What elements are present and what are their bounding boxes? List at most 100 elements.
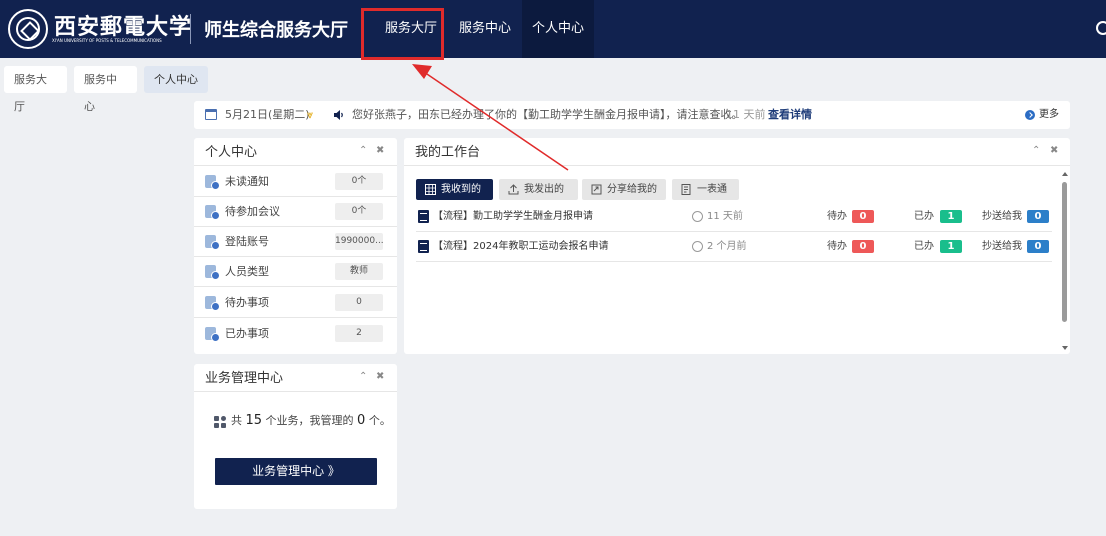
todo-count-badge: 0 xyxy=(852,240,874,253)
info-row-unread-notices[interactable]: 未读通知 0个 xyxy=(194,167,397,197)
tab-label: 一表通 xyxy=(697,184,727,195)
notice-message: 您好张燕子，田东已经办理了你的【勤工助学学生酬金月报申请】，请注意查收。 xyxy=(352,108,743,121)
cc-count-badge: 0 xyxy=(1027,240,1049,253)
university-seal-icon xyxy=(8,9,48,49)
breadcrumb-tab-service-center[interactable]: 服务中心 xyxy=(74,66,137,113)
business-total: 15 xyxy=(245,413,263,428)
todo-label: 待办 xyxy=(827,241,847,252)
collapse-icon[interactable]: ⌃ xyxy=(359,145,367,157)
row-value: 0个 xyxy=(335,203,383,220)
business-managed: 0 xyxy=(357,413,366,428)
row-value: 1990000... xyxy=(335,233,383,250)
clipboard-icon xyxy=(205,235,220,250)
clock-icon xyxy=(692,241,703,252)
clipboard-icon xyxy=(205,205,220,220)
info-row-meetings[interactable]: 待参加会议 0个 xyxy=(194,197,397,227)
user-menu-icon[interactable] xyxy=(1096,21,1106,35)
clipboard-icon xyxy=(205,265,220,280)
item-title[interactable]: 【流程】勤工助学学生酬金月报申请 xyxy=(433,202,593,232)
nav-personal-center[interactable]: 个人中心 xyxy=(522,0,594,58)
breadcrumb-tab-service-hall[interactable]: 服务大厅 xyxy=(4,66,67,113)
tab-received[interactable]: 我收到的 xyxy=(416,179,493,200)
done-count-badge: 1 xyxy=(940,240,962,253)
university-logo-text: 西安郵電大学 xyxy=(54,14,193,40)
workbench-panel: 我的工作台 ⌃ ✖ 我收到的 我发出的 分享给我的 一表通 【流程】勤工助学学生… xyxy=(404,138,1070,354)
todo-count-badge: 0 xyxy=(852,210,874,223)
logo-divider xyxy=(190,14,191,44)
notice-bar: 5月21日(星期二) ⩔ 您好张燕子，田东已经办理了你的【勤工助学学生酬金月报申… xyxy=(194,101,1070,129)
scroll-down-arrow-icon[interactable] xyxy=(1062,346,1068,350)
tab-sent[interactable]: 我发出的 xyxy=(499,179,578,200)
tab-shared-with-me[interactable]: 分享给我的 xyxy=(582,179,666,200)
upload-icon xyxy=(508,184,519,195)
top-bar: 西安郵電大学 XI'AN UNIVERSITY OF POSTS & TELEC… xyxy=(0,0,1106,58)
workbench-scrollbar[interactable] xyxy=(1061,168,1071,354)
row-value: 0 xyxy=(335,294,383,311)
cc-label: 抄送给我 xyxy=(982,211,1022,222)
document-icon xyxy=(418,240,429,253)
scroll-up-arrow-icon[interactable] xyxy=(1062,172,1068,176)
panel-header: 我的工作台 ⌃ ✖ xyxy=(404,138,1070,166)
share-icon xyxy=(591,184,602,195)
clock-icon xyxy=(692,211,703,222)
notice-time: 11 天前 xyxy=(726,108,766,121)
business-center-panel: 业务管理中心 ⌃ ✖ 共 15 个业务，我管理的 0 个。 业务管理中心 》 xyxy=(194,364,397,509)
info-row-person-type[interactable]: 人员类型 教师 xyxy=(194,257,397,287)
row-value: 0个 xyxy=(335,173,383,190)
business-center-button[interactable]: 业务管理中心 》 xyxy=(215,458,377,485)
cc-count-badge: 0 xyxy=(1027,210,1049,223)
done-count-badge: 1 xyxy=(940,210,962,223)
todo-label: 待办 xyxy=(827,211,847,222)
close-icon[interactable]: ✖ xyxy=(376,371,384,383)
document-icon xyxy=(418,210,429,223)
nav-service-center[interactable]: 服务中心 xyxy=(452,0,518,58)
done-label: 已办 xyxy=(914,241,934,252)
row-value: 教师 xyxy=(335,263,383,280)
chevron-down-icon[interactable]: ⩔ xyxy=(307,108,313,122)
tab-label: 分享给我的 xyxy=(607,184,657,195)
scrollbar-thumb[interactable] xyxy=(1062,182,1067,322)
item-time: 11 天前 xyxy=(707,211,743,222)
business-summary: 共 15 个业务，我管理的 0 个。 xyxy=(231,413,391,428)
row-label: 待参加会议 xyxy=(225,205,280,218)
cc-label: 抄送给我 xyxy=(982,241,1022,252)
clipboard-icon xyxy=(205,296,220,311)
collapse-icon[interactable]: ⌃ xyxy=(359,371,367,383)
speaker-icon xyxy=(334,110,343,120)
close-icon[interactable]: ✖ xyxy=(376,145,384,157)
clipboard-icon xyxy=(205,327,220,342)
clipboard-icon xyxy=(205,175,220,190)
info-row-login-account[interactable]: 登陆账号 1990000... xyxy=(194,227,397,257)
workbench-item[interactable]: 【流程】勤工助学学生酬金月报申请 11 天前 待办 0 已办 1 抄送给我 0 xyxy=(416,202,1052,232)
panel-title: 个人中心 xyxy=(205,145,258,160)
panel-header: 业务管理中心 ⌃ ✖ xyxy=(194,364,397,392)
annotation-highlight-box xyxy=(361,8,444,60)
info-row-todo-items[interactable]: 待办事项 0 xyxy=(194,288,397,318)
university-logo-subtext: XI'AN UNIVERSITY OF POSTS & TELECOMMUNIC… xyxy=(52,38,162,43)
close-icon[interactable]: ✖ xyxy=(1050,145,1058,157)
item-time: 2 个月前 xyxy=(707,241,747,252)
more-arrow-icon[interactable] xyxy=(1025,110,1035,120)
row-label: 登陆账号 xyxy=(225,235,269,248)
item-title[interactable]: 【流程】2024年教职工运动会报名申请 xyxy=(433,232,608,262)
breadcrumb-tab-personal-center[interactable]: 个人中心 xyxy=(144,66,208,93)
notice-date: 5月21日(星期二) xyxy=(225,108,310,121)
info-row-done-items[interactable]: 已办事项 2 xyxy=(194,319,397,349)
done-label: 已办 xyxy=(914,211,934,222)
collapse-icon[interactable]: ⌃ xyxy=(1032,145,1040,157)
grid-icon xyxy=(425,184,436,195)
panel-header: 个人中心 ⌃ ✖ xyxy=(194,138,397,166)
notice-detail-link[interactable]: 查看详情 xyxy=(768,101,812,129)
row-label: 已办事项 xyxy=(225,327,269,340)
panel-title: 业务管理中心 xyxy=(205,371,284,386)
app-title: 师生综合服务大厅 xyxy=(204,20,348,41)
personal-center-panel: 个人中心 ⌃ ✖ 未读通知 0个 待参加会议 0个 登陆账号 1990000..… xyxy=(194,138,397,354)
workbench-item[interactable]: 【流程】2024年教职工运动会报名申请 2 个月前 待办 0 已办 1 抄送给我… xyxy=(416,232,1052,262)
calendar-icon xyxy=(205,109,217,120)
row-label: 待办事项 xyxy=(225,296,269,309)
row-label: 未读通知 xyxy=(225,175,269,188)
tab-one-form[interactable]: 一表通 xyxy=(672,179,739,200)
row-value: 2 xyxy=(335,325,383,342)
notice-more-link[interactable]: 更多 xyxy=(1039,101,1059,129)
panel-title: 我的工作台 xyxy=(415,145,481,160)
